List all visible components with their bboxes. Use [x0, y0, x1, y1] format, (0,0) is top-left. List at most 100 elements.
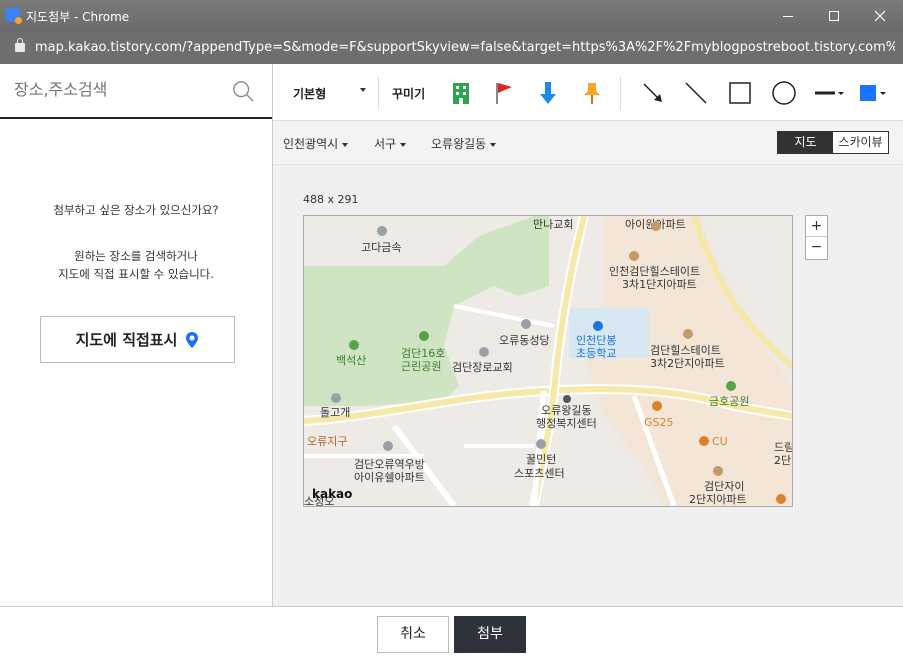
base-style-select[interactable]: 기본형 — [293, 85, 326, 102]
poi-marker-icon — [652, 401, 662, 411]
map-label: 검단장로교회 — [452, 361, 513, 374]
poi-marker-icon — [683, 329, 693, 339]
poi-marker-icon — [726, 381, 736, 391]
maximize-icon — [829, 11, 839, 21]
address-bar: map.kakao.tistory.com/?appendType=S&mode… — [0, 32, 903, 64]
line-icon[interactable] — [683, 80, 709, 106]
line-style-icon[interactable] — [813, 80, 845, 106]
map-label: 인천검단힐스테이트 — [609, 264, 700, 278]
map-label: 검단자이 — [704, 480, 744, 493]
close-icon — [874, 10, 886, 22]
map-label: 돌고개 — [320, 406, 350, 419]
search-input[interactable] — [14, 80, 214, 99]
poi-marker-icon — [349, 340, 359, 350]
map-label: 초등학교 — [576, 347, 616, 360]
poi-marker-icon — [383, 441, 393, 451]
direct-mark-label: 지도에 직접표시 — [75, 331, 178, 349]
hint-text-line2: 지도에 직접 표시할 수 있습니다. — [58, 267, 214, 281]
url-text: map.kakao.tistory.com/?appendType=S&mode… — [35, 40, 895, 55]
chevron-down-icon — [342, 142, 349, 147]
toolbar-divider — [378, 76, 379, 110]
map-label: GS25 — [644, 416, 674, 429]
chevron-down-icon — [400, 142, 407, 147]
map-canvas[interactable]: 만나교회 아이원아파트 고다금속 인천검단힐스테이트 3차1단지아파트 백석산 … — [303, 215, 793, 507]
poi-marker-icon — [776, 494, 786, 504]
region-dong-select[interactable]: 오류왕길동 — [431, 135, 497, 152]
map-label: 드림 — [774, 441, 792, 454]
circle-icon[interactable] — [771, 80, 797, 106]
attach-button[interactable]: 첨부 — [454, 616, 526, 653]
map-label: 2단지아파트 — [689, 493, 747, 506]
region-dong-label: 오류왕길동 — [431, 137, 487, 151]
map-label: 인천단봉 — [576, 333, 616, 347]
map-label: 검단16호 — [401, 347, 445, 360]
search-icon[interactable] — [232, 80, 254, 102]
zoom-in-button[interactable]: + — [806, 216, 827, 237]
cancel-button[interactable]: 취소 — [377, 616, 449, 653]
region-bar: 인천광역시 서구 오류왕길동 지도 스카이뷰 — [273, 121, 903, 165]
map-label: 검단힐스테이트 — [650, 344, 721, 357]
map-label: 아이유쉘아파트 — [354, 471, 425, 484]
map-label: 만나교회 — [533, 218, 573, 231]
map-label: 3차2단지아파트 — [650, 357, 725, 370]
map-label: 3차1단지아파트 — [622, 278, 697, 291]
building-icon[interactable] — [448, 80, 474, 106]
decorate-label: 꾸미기 — [392, 87, 426, 101]
window-title: 지도첨부 - Chrome — [26, 10, 130, 24]
toolbar-divider — [620, 76, 621, 110]
map-graphic: 만나교회 아이원아파트 고다금속 인천검단힐스테이트 3차1단지아파트 백석산 … — [304, 216, 792, 506]
close-button[interactable] — [857, 0, 903, 32]
minimize-button[interactable] — [765, 0, 811, 32]
pushpin-icon[interactable] — [579, 80, 605, 106]
map-area: 488 x 291 만나교회 고다금속 인천검단힐스테이트 3차1단지아파트 백… — [273, 165, 903, 606]
map-type-toggle: 지도 스카이뷰 — [777, 131, 889, 154]
zoom-out-button[interactable]: − — [806, 237, 827, 258]
map-label: 오류지구 — [307, 435, 347, 448]
map-label: 고다금속 — [361, 241, 401, 254]
zoom-control: + − — [805, 215, 828, 260]
flag-icon[interactable] — [491, 80, 517, 106]
map-label: CU — [712, 435, 728, 448]
maximize-button[interactable] — [811, 0, 857, 32]
region-city-select[interactable]: 인천광역시 — [283, 135, 349, 152]
poi-marker-icon — [713, 466, 723, 476]
poi-marker-icon — [629, 251, 639, 261]
map-label: 행정복지센터 — [536, 417, 597, 430]
map-label: 스포츠센터 — [514, 467, 565, 480]
map-type-map-button[interactable]: 지도 — [778, 132, 833, 153]
arrow-down-icon[interactable] — [535, 80, 561, 106]
title-bar: 지도첨부 - Chrome — [0, 0, 903, 32]
map-label: 금호공원 — [709, 395, 749, 408]
map-label: 근린공원 — [401, 360, 441, 373]
kakao-logo: kakao — [312, 487, 352, 501]
chevron-down-icon — [490, 142, 497, 147]
map-label: 백석산 — [336, 354, 366, 367]
poi-marker-icon — [377, 226, 387, 236]
poi-marker-icon — [651, 221, 661, 231]
prompt-text: 첨부하고 싶은 장소가 있으신가요? — [53, 203, 219, 217]
poi-marker-icon — [563, 395, 571, 403]
color-picker-icon[interactable] — [857, 80, 889, 106]
poi-marker-icon — [593, 321, 603, 331]
map-toolbar: 기본형 꾸미기 — [273, 64, 903, 121]
left-panel: 첨부하고 싶은 장소가 있으신가요? 원하는 장소를 검색하거나 지도에 직접 … — [0, 64, 273, 606]
app-icon — [6, 8, 22, 24]
poi-marker-icon — [331, 393, 341, 403]
map-pin-icon — [186, 331, 199, 348]
poi-marker-icon — [521, 319, 531, 329]
footer-bar: 취소 첨부 — [0, 606, 903, 666]
poi-marker-icon — [419, 331, 429, 341]
region-city-label: 인천광역시 — [283, 137, 339, 151]
map-label: 꿀민턴 — [526, 453, 556, 466]
chevron-down-icon[interactable] — [360, 88, 366, 92]
arrow-line-icon[interactable] — [640, 80, 666, 106]
minimize-icon — [783, 15, 793, 17]
lock-icon — [15, 38, 25, 52]
direct-mark-button[interactable]: 지도에 직접표시 — [40, 316, 235, 363]
map-label: 검단오류역우방 — [354, 458, 425, 471]
map-size-label: 488 x 291 — [303, 193, 359, 206]
map-type-skyview-button[interactable]: 스카이뷰 — [833, 132, 888, 153]
rectangle-icon[interactable] — [727, 80, 753, 106]
region-district-select[interactable]: 서구 — [374, 135, 407, 152]
map-label: 오류왕길동 — [541, 404, 592, 417]
